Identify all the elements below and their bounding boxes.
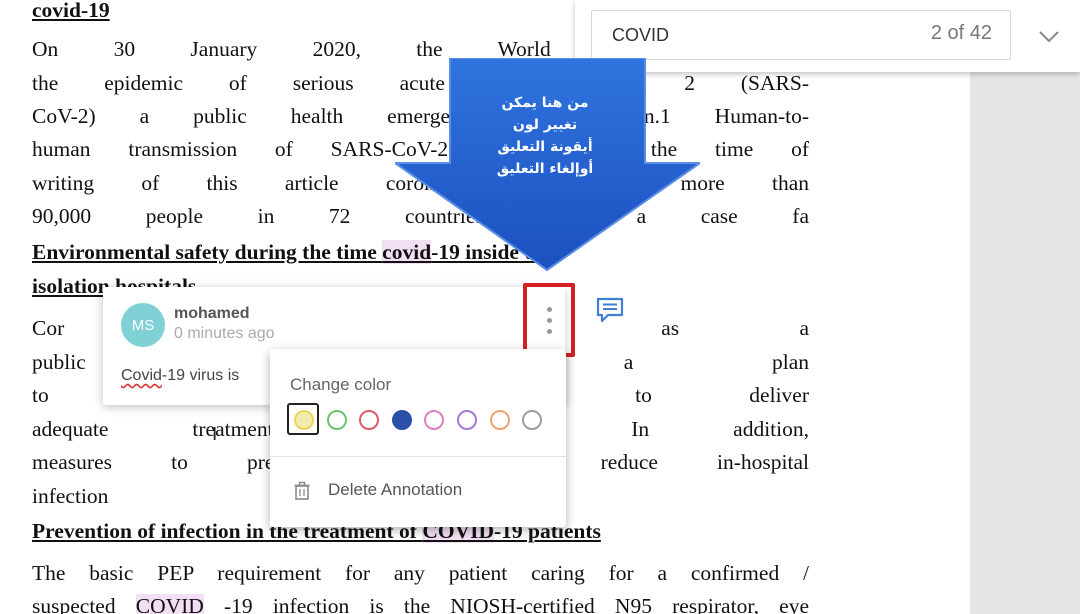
text-segment: suspected	[32, 594, 136, 614]
change-color-label: Change color	[290, 375, 392, 394]
annotation-timestamp: 0 minutes ago	[174, 325, 275, 342]
color-menu: Change color Delete Annotation	[270, 349, 566, 527]
avatar: MS	[121, 303, 165, 347]
more-vertical-icon-dot	[547, 329, 552, 334]
annotation-comment[interactable]: Covid-19 virus is	[121, 367, 239, 385]
paragraph-line: The basic PEP requirement for any patien…	[32, 557, 809, 590]
trash-icon	[294, 481, 310, 500]
color-swatch-blue[interactable]	[391, 410, 412, 430]
text-segment: -19 infection is the NIOSH-certified N95…	[224, 594, 809, 614]
match-count: 2 of 42	[930, 22, 992, 44]
callout-line: أوإلغاء التعليق	[496, 161, 594, 177]
more-vertical-icon	[547, 307, 552, 312]
callout-line: أيقونة التعليق	[497, 139, 593, 155]
paragraph-line: suspected COVID -19 infection is the NIO…	[32, 590, 809, 614]
viewer-gutter	[970, 0, 1080, 614]
menu-divider	[270, 456, 566, 457]
color-swatch-red[interactable]	[359, 410, 380, 430]
text-segment: The basic PEP requirement for any patien…	[32, 561, 809, 585]
color-swatch-purple[interactable]	[457, 410, 477, 430]
text-segment: Cor	[32, 316, 65, 340]
callout-line: من هنا يمكن	[501, 95, 589, 111]
text-segment: public	[32, 350, 86, 374]
chevron-down-icon[interactable]	[1035, 22, 1063, 50]
delete-annotation-label: Delete Annotation	[328, 480, 463, 499]
text-segment: covid-19	[32, 0, 110, 22]
search-highlight: COVID	[135, 594, 204, 614]
more-vertical-icon-dot	[547, 318, 552, 323]
color-swatch-yellow[interactable]	[294, 410, 314, 430]
delete-annotation-button[interactable]: Delete Annotation	[270, 473, 566, 509]
comment-misspelled-word: Covid	[121, 367, 162, 384]
callout-text: من هنا يمكن تغيير لون أيقونة التعليق أوإ…	[470, 92, 620, 180]
text-segment: infection	[32, 484, 109, 508]
color-swatch-gray[interactable]	[522, 410, 543, 430]
color-swatch-pink[interactable]	[424, 410, 445, 430]
color-swatch-green[interactable]	[326, 410, 347, 430]
comment-icon[interactable]	[595, 296, 625, 324]
text-cursor-icon: I	[212, 424, 218, 445]
annotation-author: mohamed	[174, 305, 250, 322]
comment-text-rest: -19 virus is	[161, 367, 240, 384]
text-segment: Environmental safety during the time	[32, 240, 383, 264]
more-options-button[interactable]	[523, 283, 575, 357]
color-swatch-orange[interactable]	[489, 410, 510, 430]
callout-line: تغيير لون	[512, 117, 578, 133]
